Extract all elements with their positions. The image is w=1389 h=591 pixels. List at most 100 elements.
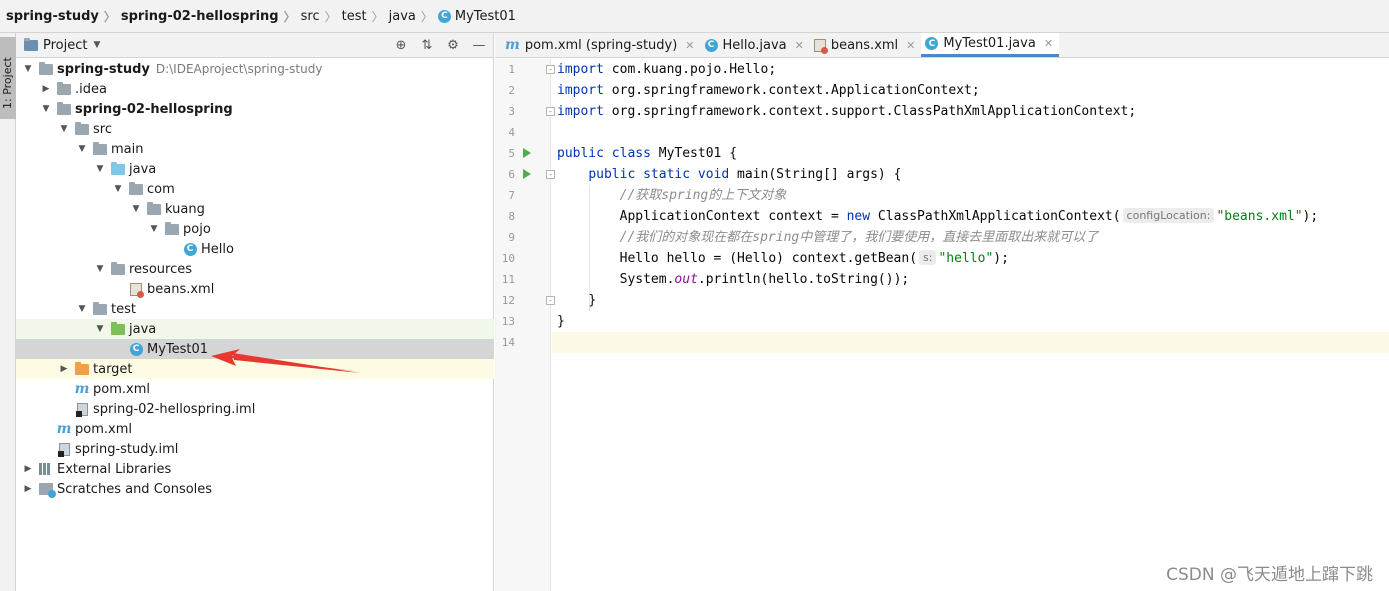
tree-node-external-libraries[interactable]: ▶ External Libraries (16, 459, 494, 479)
project-panel-header: Project ▼ ⊕ ⇅ ⚙ — (16, 33, 493, 58)
chevron-down-icon[interactable]: ▼ (22, 64, 34, 74)
tree-node-main[interactable]: ▼ main (16, 139, 494, 159)
tree-node-test-java[interactable]: ▼ java (16, 319, 494, 339)
breadcrumb-java[interactable]: java 〉 (389, 8, 438, 25)
source-folder-icon (111, 161, 125, 175)
tab-label: Hello.java (722, 37, 787, 53)
close-icon[interactable]: ✕ (1044, 37, 1053, 50)
package-icon (165, 221, 179, 235)
breadcrumb-project[interactable]: spring-study 〉 (6, 8, 121, 25)
tree-node-resources[interactable]: ▼ resources (16, 259, 494, 279)
tree-node-root-pom[interactable]: m pom.xml (16, 419, 494, 439)
tree-node-module-iml[interactable]: spring-02-hellospring.iml (16, 399, 494, 419)
folder-icon (57, 81, 71, 95)
locate-target-icon[interactable]: ⊕ (393, 36, 409, 54)
tree-node-module[interactable]: ▼ spring-02-hellospring (16, 99, 494, 119)
tree-node-main-java[interactable]: ▼ java (16, 159, 494, 179)
tab-pom-xml[interactable]: m pom.xml (spring-study) ✕ (501, 33, 701, 57)
minimize-icon[interactable]: — (471, 36, 487, 54)
tree-node-scratches[interactable]: ▶ Scratches and Consoles (16, 479, 494, 499)
tree-node-mytest01[interactable]: C MyTest01 (16, 339, 494, 359)
tab-label: MyTest01.java (943, 36, 1036, 51)
tree-label: MyTest01 (147, 341, 209, 357)
tree-node-module-pom[interactable]: m pom.xml (16, 379, 494, 399)
class-icon: C (925, 37, 939, 50)
test-source-folder-icon (111, 321, 125, 335)
chevron-down-icon[interactable]: ▼ (148, 224, 160, 234)
chevron-right-icon[interactable]: ▶ (22, 464, 34, 474)
chevron-down-icon[interactable]: ▼ (76, 144, 88, 154)
tree-node-target[interactable]: ▶ target (16, 359, 494, 379)
code-line-2: import org.springframework.context.Appli… (557, 83, 980, 98)
tree-label: beans.xml (147, 281, 215, 297)
tree-node-idea[interactable]: ▶ .idea (16, 79, 494, 99)
tree-label: java (129, 321, 157, 337)
line-number: 5 (508, 147, 515, 160)
code-line-8: ApplicationContext context = new ClassPa… (619, 208, 1319, 224)
code-line-14 (552, 332, 1389, 353)
tree-label: src (93, 121, 112, 137)
tree-node-root-iml[interactable]: spring-study.iml (16, 439, 494, 459)
project-panel-title[interactable]: Project (43, 38, 87, 53)
line-number: 4 (508, 126, 515, 139)
breadcrumb-module[interactable]: spring-02-hellospring 〉 (121, 8, 301, 25)
line-number: 7 (508, 189, 515, 202)
chevron-down-icon[interactable]: ▼ (94, 164, 106, 174)
close-icon[interactable]: ✕ (906, 39, 915, 52)
tree-node-kuang[interactable]: ▼ kuang (16, 199, 494, 219)
chevron-down-icon[interactable]: ▼ (93, 40, 100, 50)
chevron-down-icon[interactable]: ▼ (94, 324, 106, 334)
project-tool-tab[interactable]: 1: Project (0, 37, 16, 119)
tree-label: .idea (75, 81, 107, 97)
tab-mytest01-java[interactable]: C MyTest01.java ✕ (921, 33, 1060, 57)
chevron-right-icon[interactable]: ▶ (40, 84, 52, 94)
run-main-icon[interactable] (523, 169, 531, 179)
chevron-down-icon[interactable]: ▼ (112, 184, 124, 194)
breadcrumb-test[interactable]: test 〉 (342, 8, 389, 25)
chevron-down-icon[interactable]: ▼ (94, 264, 106, 274)
class-icon: C (437, 9, 451, 23)
iml-file-icon (57, 442, 70, 457)
chevron-down-icon[interactable]: ▼ (58, 124, 70, 134)
close-icon[interactable]: ✕ (685, 39, 694, 52)
gear-icon[interactable]: ⚙ (445, 36, 461, 54)
project-view-icon (24, 37, 38, 51)
tree-node-spring-study[interactable]: ▼ spring-study D:\IDEAproject\spring-stu… (16, 59, 494, 79)
tree-label: resources (129, 261, 193, 277)
excluded-folder-icon (75, 361, 89, 375)
tree-label: spring-study (57, 61, 150, 77)
run-class-icon[interactable] (523, 148, 531, 158)
folder-icon (93, 141, 107, 155)
tree-node-src[interactable]: ▼ src (16, 119, 494, 139)
chevron-right-icon[interactable]: ▶ (58, 364, 70, 374)
chevron-down-icon[interactable]: ▼ (76, 304, 88, 314)
code-line-5: public class MyTest01 { (557, 146, 738, 161)
project-tool-tab-label: 1: Project (1, 57, 14, 109)
folder-icon (75, 121, 89, 135)
code-area[interactable]: import com.kuang.pojo.Hello; import org.… (552, 59, 1389, 591)
line-number: 2 (508, 84, 515, 97)
tree-node-pojo[interactable]: ▼ pojo (16, 219, 494, 239)
tab-label: beans.xml (830, 37, 899, 53)
breadcrumb-file[interactable]: C MyTest01 (437, 9, 516, 24)
code-line-7: //获取spring的上下文对象 (619, 188, 787, 203)
class-icon: C (704, 38, 718, 52)
tab-label: pom.xml (spring-study) (524, 37, 678, 53)
line-number: 10 (501, 252, 515, 265)
close-icon[interactable]: ✕ (795, 39, 804, 52)
maven-icon: m (505, 37, 520, 53)
breadcrumb-src[interactable]: src 〉 (301, 8, 342, 25)
tab-beans-xml[interactable]: beans.xml ✕ (810, 33, 922, 57)
parameter-hint: s: (919, 250, 937, 265)
tree-node-com[interactable]: ▼ com (16, 179, 494, 199)
tab-hello-java[interactable]: C Hello.java ✕ (701, 33, 810, 57)
tree-node-hello[interactable]: C Hello (16, 239, 494, 259)
chevron-down-icon[interactable]: ▼ (130, 204, 142, 214)
chevron-down-icon[interactable]: ▼ (40, 104, 52, 114)
class-icon: C (129, 342, 143, 356)
package-icon (129, 181, 143, 195)
collapse-all-icon[interactable]: ⇅ (419, 36, 435, 54)
tree-node-beans-xml[interactable]: beans.xml (16, 279, 494, 299)
tree-node-test[interactable]: ▼ test (16, 299, 494, 319)
chevron-right-icon[interactable]: ▶ (22, 484, 34, 494)
